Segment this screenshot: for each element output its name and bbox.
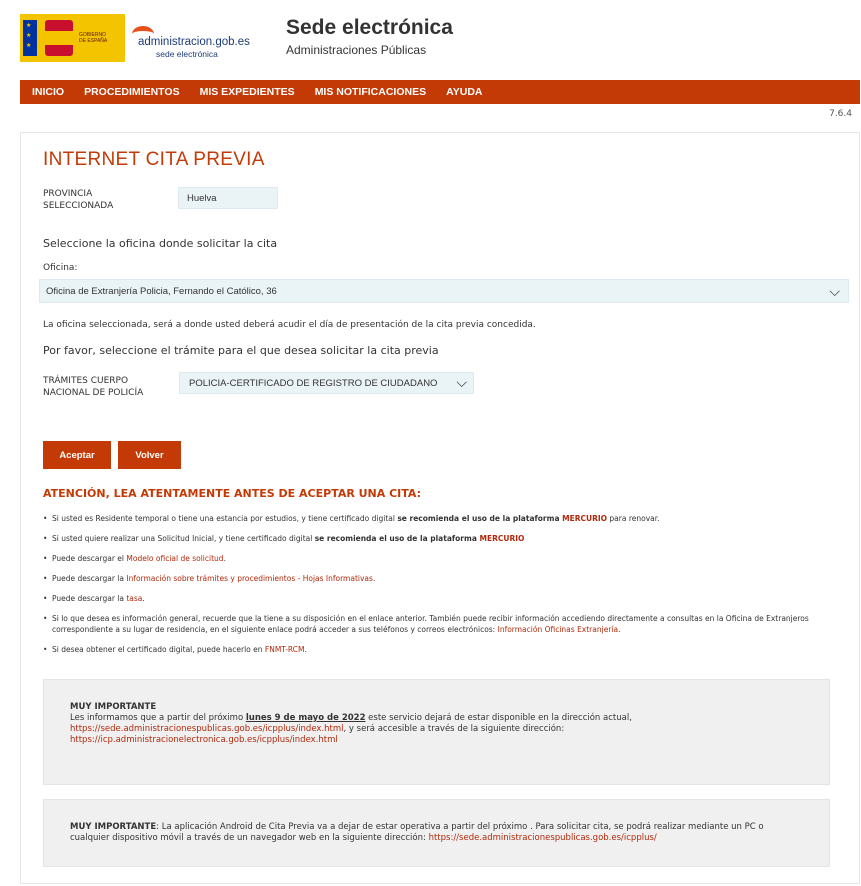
site-header: ★ ★ ★ GOBIERNO DE ESPAÑA administracion.go… (20, 10, 860, 68)
notice-heading: MUY IMPORTANTE (70, 702, 157, 712)
gov-logo-text: GOBIERNO DE ESPAÑA (79, 32, 108, 44)
main-card: INTERNET CITA PREVIA PROVINCIA SELECCION… (20, 132, 860, 884)
gobierno-espana-logo[interactable]: ★ ★ ★ GOBIERNO DE ESPAÑA (20, 14, 125, 62)
aceptar-button[interactable]: Aceptar (43, 441, 111, 469)
icp-url-link[interactable]: https://icp.administracionelectronica.go… (70, 735, 338, 745)
fnmt-link[interactable]: FNMT-RCM (265, 645, 305, 654)
list-item: Puede descargar la Información sobre trá… (43, 573, 833, 584)
sede-url-link[interactable]: https://sede.administracionespublicas.go… (70, 724, 344, 734)
page-title: INTERNET CITA PREVIA (43, 149, 265, 170)
provincia-label: PROVINCIA SELECCIONADA (43, 189, 114, 211)
attention-list: Si usted es Residente temporal o tiene u… (43, 513, 833, 664)
eu-flag-icon: ★ ★ ★ (23, 20, 37, 56)
modelo-solicitud-link[interactable]: Modelo oficial de solicitud (126, 554, 223, 563)
attention-title: ATENCIÓN, LEA ATENTAMENTE ANTES DE ACEPT… (43, 487, 422, 500)
notice-text: : La aplicación Android de Cita Previa v… (70, 822, 764, 843)
nav-item-procedimientos[interactable]: PROCEDIMIENTOS (84, 86, 179, 98)
coat-of-arms-icon (45, 20, 73, 56)
hojas-informativas-link[interactable]: Información sobre trámites y procedimien… (126, 574, 373, 583)
nav-item-mis-notificaciones[interactable]: MIS NOTIFICACIONES (315, 86, 426, 98)
chevron-down-icon: ⌵ (456, 374, 467, 390)
adm-logo-sub: sede electrónica (156, 49, 218, 59)
provincia-value: Huelva (178, 187, 278, 209)
mercurio-link[interactable]: MERCURIO (480, 534, 525, 543)
tasa-link[interactable]: tasa (126, 594, 142, 603)
oficina-select[interactable]: Oficina de Extranjería Policia, Fernando… (39, 279, 849, 303)
nav-item-inicio[interactable]: INICIO (32, 86, 64, 98)
nav-item-mis-expedientes[interactable]: MIS EXPEDIENTES (200, 86, 295, 98)
main-nav: INICIO PROCEDIMIENTOS MIS EXPEDIENTES MI… (20, 80, 860, 104)
oficina-note: La oficina seleccionada, será a donde us… (43, 320, 536, 330)
list-item: Puede descargar el Modelo oficial de sol… (43, 553, 833, 564)
notice-text: Les informamos que a partir del próximo … (70, 713, 632, 745)
icpplus-url-link[interactable]: https://sede.administracionespublicas.go… (429, 833, 657, 843)
list-item: Si lo que desea es información general, … (43, 613, 833, 635)
site-title: Sede electrónica (286, 16, 453, 39)
oficinas-extranjeria-link[interactable]: Información Oficinas Extranjería (498, 625, 618, 634)
chevron-down-icon: ⌵ (829, 283, 840, 299)
notice-box-1: MUY IMPORTANTE Les informamos que a part… (43, 679, 830, 785)
list-item: Si usted quiere realizar una Solicitud I… (43, 533, 833, 544)
mercurio-link[interactable]: MERCURIO (562, 514, 607, 523)
page: ★ ★ ★ GOBIERNO DE ESPAÑA administracion.go… (0, 0, 861, 886)
notice-box-2: MUY IMPORTANTE: La aplicación Android de… (43, 799, 830, 867)
administracion-logo[interactable]: administracion.gob.es sede electrónica (128, 14, 280, 62)
tramite-heading: Por favor, seleccione el trámite para el… (43, 344, 439, 357)
select-office-heading: Seleccione la oficina donde solicitar la… (43, 237, 278, 250)
list-item: Si usted es Residente temporal o tiene u… (43, 513, 833, 524)
tramites-label: TRÁMITES CUERPO NACIONAL DE POLICÍA (43, 376, 144, 398)
volver-button[interactable]: Volver (118, 441, 181, 469)
oficina-label: Oficina: (43, 263, 78, 273)
adm-logo-name: administracion.gob.es (138, 36, 250, 48)
list-item: Si desea obtener el certificado digital,… (43, 644, 833, 655)
site-subtitle: Administraciones Públicas (286, 43, 427, 57)
tramite-select[interactable]: POLICIA-CERTIFICADO DE REGISTRO DE CIUDA… (179, 372, 474, 394)
notice-heading: MUY IMPORTANTE (70, 822, 157, 832)
version-label: 7.6.4 (829, 109, 852, 119)
nav-item-ayuda[interactable]: AYUDA (446, 86, 482, 98)
list-item: Puede descargar la tasa. (43, 593, 833, 604)
